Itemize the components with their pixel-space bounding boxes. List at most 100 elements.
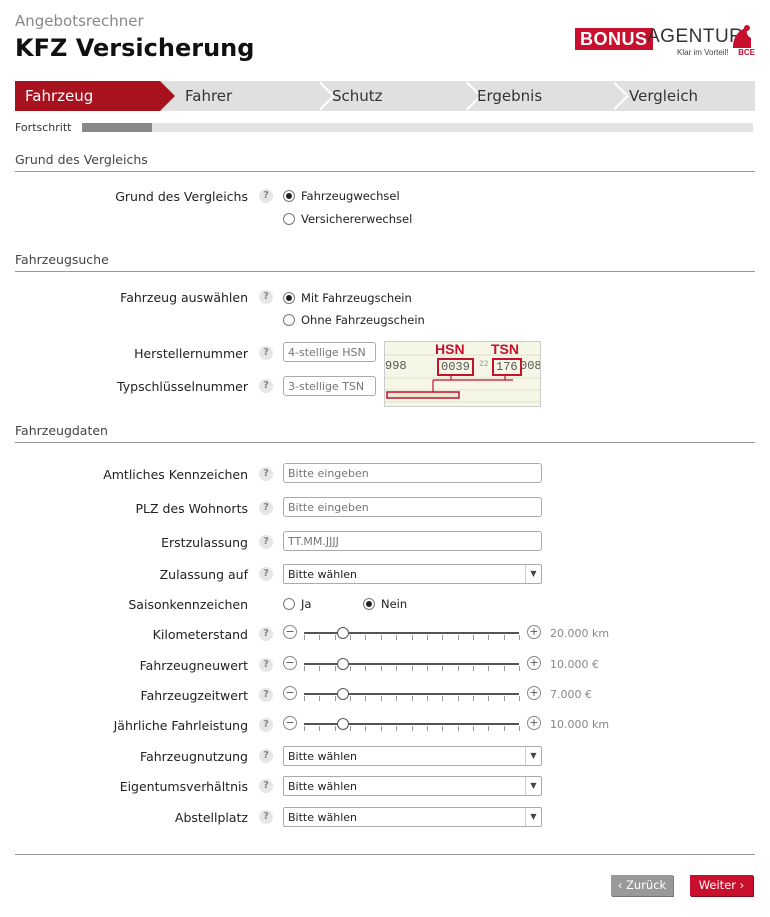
radio-mit-fahrzeugschein[interactable]: Mit Fahrzeugschein: [283, 291, 412, 305]
slider-tick: [457, 666, 459, 671]
hsn-input[interactable]: [283, 342, 376, 362]
minus-icon[interactable]: −: [283, 656, 297, 670]
radio-saison-nein[interactable]: Nein: [363, 597, 407, 611]
image-fragment-mid: 22: [479, 360, 489, 369]
slider-tick: [380, 696, 382, 701]
plus-icon[interactable]: +: [527, 686, 541, 700]
fahrleistung-slider[interactable]: − +: [283, 716, 543, 732]
minus-icon[interactable]: −: [283, 686, 297, 700]
help-icon[interactable]: ?: [259, 189, 273, 203]
select-value: Bitte wählen: [288, 568, 357, 581]
help-icon[interactable]: ?: [259, 290, 273, 304]
radio-saison-ja[interactable]: Ja: [283, 597, 311, 611]
help-icon[interactable]: ?: [259, 810, 273, 824]
help-icon[interactable]: ?: [259, 688, 273, 702]
radio-dot[interactable]: [283, 190, 295, 202]
help-icon[interactable]: ?: [259, 718, 273, 732]
slider-tick: [334, 635, 336, 640]
slider-tick: [457, 635, 459, 640]
slider-handle[interactable]: [336, 627, 349, 639]
minus-icon[interactable]: −: [283, 716, 297, 730]
help-icon[interactable]: ?: [259, 567, 273, 581]
image-fragment-left: 998: [385, 359, 407, 373]
tsn-image-label: TSN: [491, 341, 519, 357]
slider-tick: [519, 726, 520, 731]
slider-tick: [334, 666, 336, 671]
slider-tick: [442, 696, 444, 701]
plus-icon[interactable]: +: [527, 716, 541, 730]
help-icon[interactable]: ?: [259, 535, 273, 549]
zulassung-select[interactable]: Bitte wählen ▼: [283, 564, 542, 584]
radio-fahrzeugwechsel[interactable]: Fahrzeugwechsel: [283, 189, 400, 203]
select-value: Bitte wählen: [288, 780, 357, 793]
logo-bce-text: BCE: [738, 48, 755, 57]
help-icon[interactable]: ?: [259, 779, 273, 793]
slider-tick: [442, 666, 444, 671]
radio-dot[interactable]: [363, 598, 375, 610]
abstellplatz-select[interactable]: Bitte wählen ▼: [283, 807, 542, 827]
slider-tick: [411, 696, 413, 701]
slider-value: 20.000 km: [550, 627, 610, 640]
radio-dot[interactable]: [283, 314, 295, 326]
chevron-down-icon[interactable]: ▼: [525, 747, 541, 765]
slider-tick: [396, 696, 398, 701]
fahrzeugneuwert-slider[interactable]: − +: [283, 656, 543, 672]
slider-handle[interactable]: [336, 658, 349, 670]
plus-icon[interactable]: +: [527, 625, 541, 639]
slider-tick: [426, 635, 428, 640]
help-icon[interactable]: ?: [259, 346, 273, 360]
help-icon[interactable]: ?: [259, 749, 273, 763]
tsn-input[interactable]: [283, 376, 376, 396]
back-button[interactable]: ‹ Zurück: [611, 875, 673, 896]
radio-versichererwechsel[interactable]: Versichererwechsel: [283, 212, 412, 226]
kilometerstand-slider[interactable]: − +: [283, 625, 543, 641]
help-icon[interactable]: ?: [259, 627, 273, 641]
slider-handle[interactable]: [336, 688, 349, 700]
field-label: Abstellplatz: [174, 810, 248, 825]
step-schutz[interactable]: Schutz: [332, 81, 383, 111]
field-label: Jährliche Fahrleistung: [113, 718, 248, 733]
fahrzeugzeitwert-slider[interactable]: − +: [283, 686, 543, 702]
slider-tick: [519, 666, 520, 671]
chevron-down-icon[interactable]: ▼: [525, 565, 541, 583]
erstzulassung-input[interactable]: [283, 531, 542, 551]
section-heading: Grund des Vergleichs: [15, 152, 755, 172]
slider-tick: [304, 635, 305, 640]
plz-input[interactable]: [283, 497, 542, 517]
radio-dot[interactable]: [283, 213, 295, 225]
step-vergleich[interactable]: Vergleich: [629, 81, 698, 111]
plus-icon[interactable]: +: [527, 656, 541, 670]
kennzeichen-input[interactable]: [283, 463, 542, 483]
radio-dot[interactable]: [283, 598, 295, 610]
step-ergebnis[interactable]: Ergebnis: [477, 81, 542, 111]
chevron-down-icon[interactable]: ▼: [525, 777, 541, 795]
slider-tick: [365, 726, 367, 731]
slider-tick: [380, 666, 382, 671]
help-icon[interactable]: ?: [259, 467, 273, 481]
help-icon[interactable]: ?: [259, 501, 273, 515]
field-label: Fahrzeugzeitwert: [140, 688, 248, 703]
next-button[interactable]: Weiter ›: [690, 875, 753, 896]
slider-tick: [442, 726, 444, 731]
slider-tick: [365, 666, 367, 671]
slider-tick: [488, 635, 490, 640]
slider-tick: [350, 666, 352, 671]
help-icon[interactable]: ?: [259, 658, 273, 672]
slider-tick: [472, 726, 474, 731]
chevron-down-icon[interactable]: ▼: [525, 808, 541, 826]
help-icon[interactable]: ?: [259, 379, 273, 393]
radio-dot[interactable]: [283, 292, 295, 304]
step-fahrzeug[interactable]: Fahrzeug: [15, 81, 160, 111]
slider-tick: [319, 696, 321, 701]
slider-tick: [488, 696, 490, 701]
radio-ohne-fahrzeugschein[interactable]: Ohne Fahrzeugschein: [283, 313, 425, 327]
hsn-value-box: 0039: [437, 358, 474, 376]
slider-tick: [350, 635, 352, 640]
slider-handle[interactable]: [336, 718, 349, 730]
slider-value: 7.000 €: [550, 688, 592, 701]
fahrzeugnutzung-select[interactable]: Bitte wählen ▼: [283, 746, 542, 766]
field-label: Zulassung auf: [159, 567, 248, 582]
step-fahrer[interactable]: Fahrer: [185, 81, 232, 111]
eigentumsverhaeltnis-select[interactable]: Bitte wählen ▼: [283, 776, 542, 796]
minus-icon[interactable]: −: [283, 625, 297, 639]
